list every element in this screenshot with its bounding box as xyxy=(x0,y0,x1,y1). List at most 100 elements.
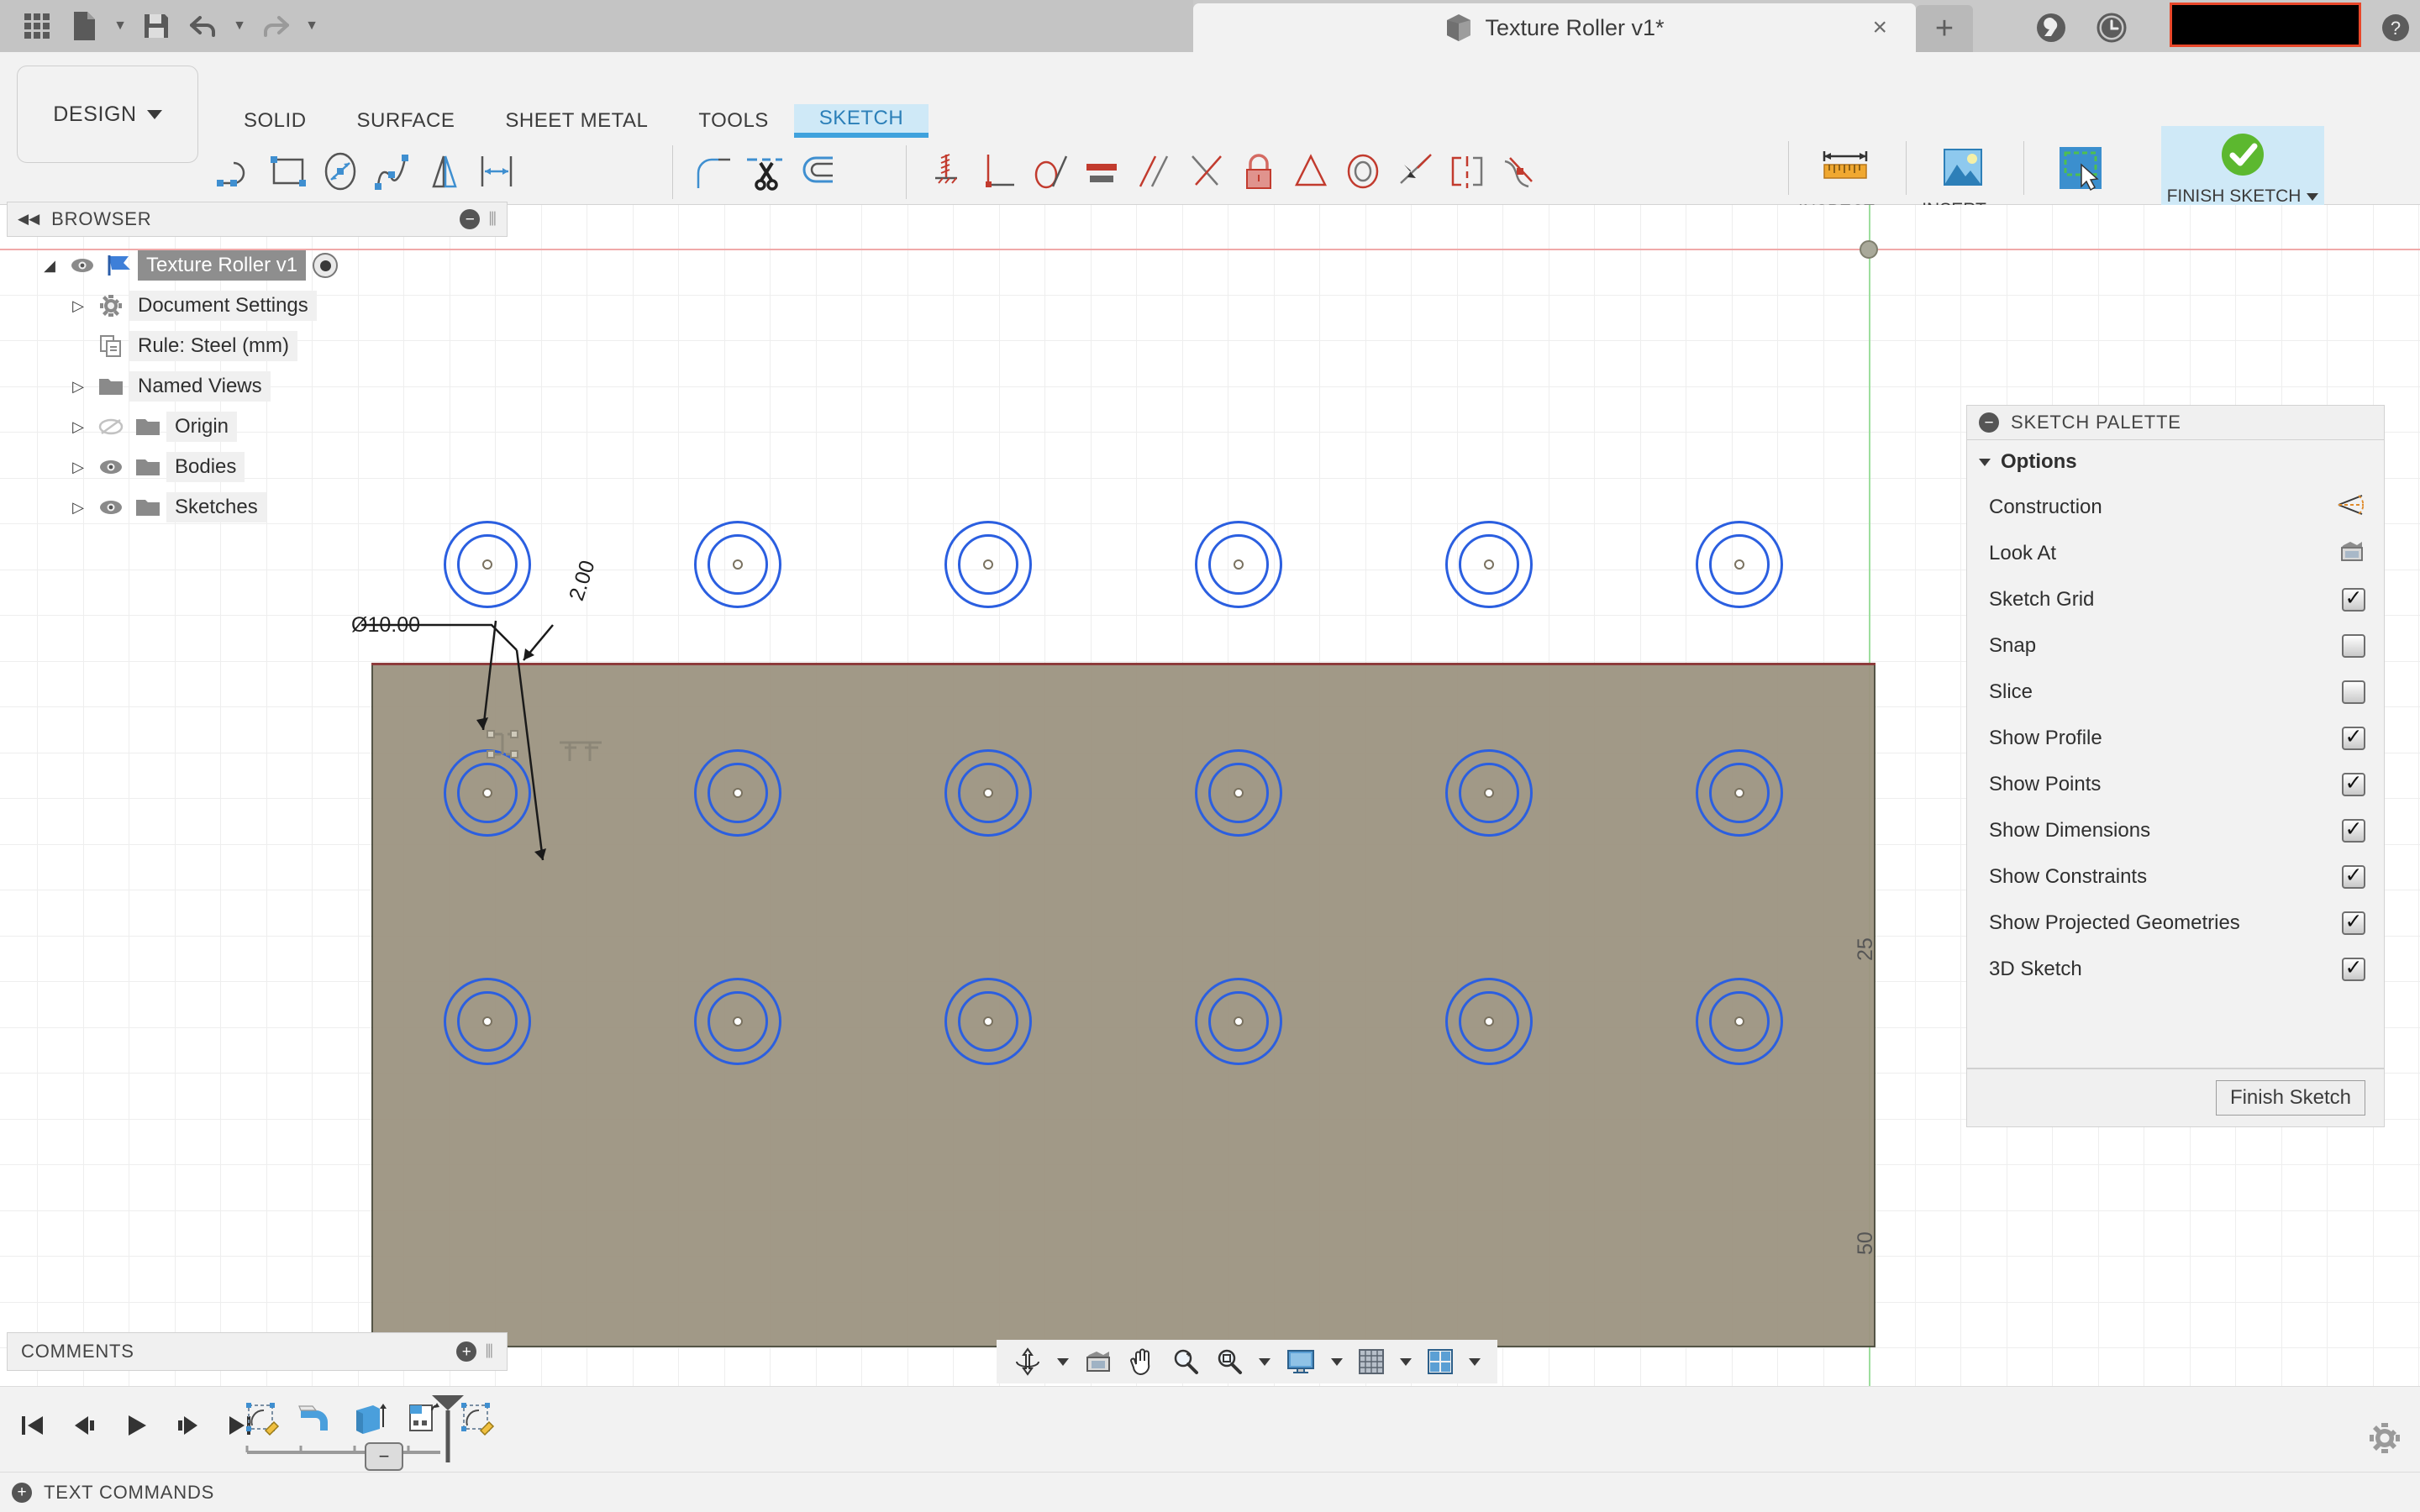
close-icon[interactable]: × xyxy=(1872,13,1887,42)
palette-row-slice[interactable]: Slice xyxy=(1967,669,2384,715)
construction-icon[interactable] xyxy=(2337,493,2365,521)
tangent-constraint[interactable] xyxy=(1024,143,1076,202)
document-tab[interactable]: Texture Roller v1* × xyxy=(1193,3,1916,52)
redo-dropdown-caret[interactable]: ▼ xyxy=(301,6,323,46)
spline-tool[interactable] xyxy=(366,143,418,202)
visibility-eye-icon[interactable] xyxy=(92,459,129,475)
step-back-button[interactable] xyxy=(66,1402,103,1449)
palette-row-show-constraints[interactable]: Show Constraints xyxy=(1967,853,2384,900)
sketch-center-point[interactable] xyxy=(1234,1016,1244,1026)
palette-row-show-points[interactable]: Show Points xyxy=(1967,761,2384,807)
step-forward-button[interactable] xyxy=(170,1402,207,1449)
palette-row-snap[interactable]: Snap xyxy=(1967,622,2384,669)
expand-arrow-icon[interactable]: ◢ xyxy=(35,257,64,275)
tab-surface[interactable]: SURFACE xyxy=(332,104,481,138)
sketch-center-point[interactable] xyxy=(1234,788,1244,798)
sketch-center-point[interactable] xyxy=(733,1016,743,1026)
parallel-constraint[interactable] xyxy=(1128,143,1181,202)
add-comment-icon[interactable]: + xyxy=(456,1341,476,1362)
palette-row-sketch-grid[interactable]: Sketch Grid xyxy=(1967,576,2384,622)
expand-arrow-icon[interactable]: ▷ xyxy=(64,459,92,476)
viewports-icon[interactable] xyxy=(1422,1342,1459,1381)
tree-item-rule-steel[interactable]: Rule: Steel (mm) xyxy=(7,326,511,366)
sketch-center-point[interactable] xyxy=(983,788,993,798)
job-status-icon[interactable] xyxy=(2028,10,2074,45)
sketch-center-point[interactable] xyxy=(1734,788,1744,798)
app-grid-icon[interactable] xyxy=(15,6,59,46)
file-icon[interactable] xyxy=(62,6,106,46)
equal-constraint[interactable] xyxy=(1076,143,1128,202)
panel-resize-handle[interactable]: ⦀ xyxy=(488,208,497,230)
tree-item-document-settings[interactable]: ▷ Document Settings xyxy=(7,286,511,326)
sketch-center-point[interactable] xyxy=(1484,559,1494,570)
tab-solid[interactable]: SOLID xyxy=(218,104,332,138)
tree-item-named-views[interactable]: ▷ Named Views xyxy=(7,366,511,407)
sketch-center-point[interactable] xyxy=(983,1016,993,1026)
concentric-constraint[interactable] xyxy=(1337,143,1389,202)
look-at-icon[interactable] xyxy=(1079,1342,1118,1381)
palette-row-show-projected-geometries[interactable]: Show Projected Geometries xyxy=(1967,900,2384,946)
browser-collapse-icon[interactable]: ◀◀ xyxy=(18,211,39,228)
minimize-icon[interactable]: − xyxy=(460,209,480,229)
palette-row-show-dimensions[interactable]: Show Dimensions xyxy=(1967,807,2384,853)
undo-dropdown-caret[interactable]: ▼ xyxy=(229,6,250,46)
grid-snaps-icon[interactable] xyxy=(1353,1342,1390,1381)
line-tool[interactable] xyxy=(210,143,262,202)
3d-sketch-checkbox[interactable] xyxy=(2342,958,2365,981)
show-constraints-checkbox[interactable] xyxy=(2342,865,2365,889)
file-dropdown-caret[interactable]: ▼ xyxy=(109,6,131,46)
rectangle-tool[interactable] xyxy=(262,143,314,202)
sketch-palette-options-section[interactable]: Options xyxy=(1967,440,2384,484)
recent-icon[interactable] xyxy=(2089,10,2134,45)
show-projected-geometries-checkbox[interactable] xyxy=(2342,911,2365,935)
dimension-tool[interactable] xyxy=(471,143,523,202)
fit-dropdown-caret[interactable] xyxy=(1254,1342,1276,1381)
finish-sketch-ribbon-button[interactable]: FINISH SKETCH xyxy=(2161,126,2324,208)
sketch-center-point[interactable] xyxy=(733,788,743,798)
palette-row-construction[interactable]: Construction xyxy=(1967,484,2384,530)
visibility-eye-off-icon[interactable] xyxy=(92,417,129,436)
origin-point[interactable] xyxy=(1860,240,1878,259)
minimize-icon[interactable]: − xyxy=(1979,412,1999,433)
sketch-center-point[interactable] xyxy=(482,559,492,570)
sketch-grid-checkbox[interactable] xyxy=(2342,588,2365,612)
go-to-beginning-button[interactable] xyxy=(13,1402,50,1449)
fit-icon[interactable] xyxy=(1210,1342,1249,1381)
palette-row-show-profile[interactable]: Show Profile xyxy=(1967,715,2384,761)
visibility-eye-icon[interactable] xyxy=(92,499,129,516)
grid-snaps-dropdown-caret[interactable] xyxy=(1395,1342,1417,1381)
snap-checkbox[interactable] xyxy=(2342,634,2365,658)
show-points-checkbox[interactable] xyxy=(2342,773,2365,796)
sketch-center-point[interactable] xyxy=(1734,559,1744,570)
palette-row-3d-sketch[interactable]: 3D Sketch xyxy=(1967,946,2384,992)
new-tab-button[interactable]: + xyxy=(1916,5,1973,52)
panel-resize-handle[interactable]: ⦀ xyxy=(485,1341,493,1362)
display-settings-icon[interactable] xyxy=(1281,1342,1321,1381)
timeline-sketch-1[interactable] xyxy=(240,1395,284,1442)
tab-tools[interactable]: TOOLS xyxy=(673,104,793,138)
tab-sheet-metal[interactable]: SHEET METAL xyxy=(480,104,673,138)
constraint-glyph-tangent[interactable] xyxy=(555,734,607,769)
palette-row-look-at[interactable]: Look At xyxy=(1967,530,2384,576)
curvature-constraint[interactable] xyxy=(1493,143,1545,202)
tree-item-bodies[interactable]: ▷ Bodies xyxy=(7,447,511,487)
offset-tool[interactable] xyxy=(791,143,843,202)
perpendicular-constraint[interactable] xyxy=(972,143,1024,202)
timeline-flange[interactable] xyxy=(294,1395,338,1442)
expand-arrow-icon[interactable]: ▷ xyxy=(64,378,92,396)
sketch-center-point[interactable] xyxy=(983,559,993,570)
finish-sketch-button[interactable]: Finish Sketch xyxy=(2216,1080,2365,1116)
constraint-glyph-group[interactable] xyxy=(484,726,536,773)
tree-item-origin[interactable]: ▷ Origin xyxy=(7,407,511,447)
look-at-icon[interactable] xyxy=(2338,539,2365,567)
fix-constraint[interactable] xyxy=(920,143,972,202)
timeline-extrude[interactable] xyxy=(348,1395,392,1442)
horizontal-vertical-constraint[interactable] xyxy=(1441,143,1493,202)
lock-constraint[interactable] xyxy=(1233,143,1285,202)
timeline-marker[interactable]: − xyxy=(365,1442,403,1471)
collinear-constraint[interactable] xyxy=(1389,143,1441,202)
mirror-tool[interactable] xyxy=(418,143,471,202)
zoom-icon[interactable] xyxy=(1166,1342,1205,1381)
sketch-center-point[interactable] xyxy=(1234,559,1244,570)
redo-icon[interactable] xyxy=(254,6,297,46)
